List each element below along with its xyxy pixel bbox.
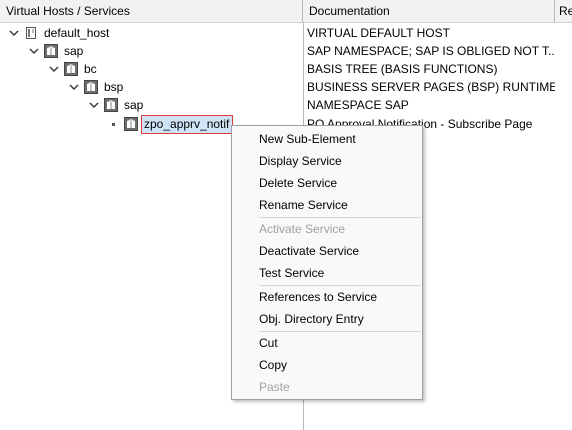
tree-label: default_host: [44, 26, 110, 40]
column-header-virtual-hosts[interactable]: Virtual Hosts / Services: [0, 0, 303, 22]
menu-item-display-service[interactable]: Display Service: [259, 150, 342, 172]
expand-arrow-icon[interactable]: [8, 27, 20, 39]
column-header-documentation[interactable]: Documentation: [303, 0, 555, 22]
menu-item-rename-service[interactable]: Rename Service: [259, 194, 348, 216]
tree-row-sap[interactable]: sap: [0, 42, 303, 60]
service-node-icon: [124, 117, 138, 131]
doc-cell: BUSINESS SERVER PAGES (BSP) RUNTIME: [307, 80, 555, 94]
tree-label: sap: [124, 98, 144, 112]
menu-item-test-service[interactable]: Test Service: [259, 262, 324, 284]
expand-arrow-icon[interactable]: [68, 81, 80, 93]
menu-item-deactivate-service[interactable]: Deactivate Service: [259, 240, 359, 262]
doc-cell: BASIS TREE (BASIS FUNCTIONS): [307, 62, 498, 76]
service-maintenance-window: Virtual Hosts / Services Documentation R…: [0, 0, 572, 430]
doc-cell: NAMESPACE SAP: [307, 98, 409, 112]
doc-cell: SAP NAMESPACE; SAP IS OBLIGED NOT T...: [307, 44, 555, 58]
doc-cell: VIRTUAL DEFAULT HOST: [307, 26, 450, 40]
tree-row-bsp[interactable]: bsp: [0, 78, 303, 96]
menu-item-paste: Paste: [259, 380, 290, 394]
expand-arrow-icon[interactable]: [28, 45, 40, 57]
tree-label: bsp: [104, 80, 124, 94]
menu-item-obj-directory-entry[interactable]: Obj. Directory Entry: [259, 308, 364, 330]
menu-item-activate-service: Activate Service: [259, 222, 346, 236]
context-menu: New Sub-Element Display Service Delete S…: [231, 125, 423, 400]
leaf-bullet-icon: [112, 123, 115, 126]
tree-label: sap: [64, 44, 84, 58]
tree-row-sap-namespace[interactable]: sap: [0, 96, 303, 114]
expand-arrow-icon[interactable]: [88, 99, 100, 111]
menu-separator: [259, 331, 421, 332]
service-folder-icon: [104, 98, 118, 112]
menu-item-cut[interactable]: Cut: [259, 332, 278, 354]
service-folder-icon: [64, 62, 78, 76]
tree-row-default-host[interactable]: default_host: [0, 24, 303, 42]
menu-item-delete-service[interactable]: Delete Service: [259, 172, 337, 194]
menu-item-copy[interactable]: Copy: [259, 354, 287, 376]
expand-arrow-icon[interactable]: [48, 63, 60, 75]
tree-header: Virtual Hosts / Services Documentation R…: [0, 0, 572, 23]
menu-item-new-sub-element[interactable]: New Sub-Element: [259, 128, 356, 150]
host-icon: [24, 26, 38, 40]
service-folder-icon: [44, 44, 58, 58]
column-header-re[interactable]: Re: [555, 0, 572, 22]
tree-row-bc[interactable]: bc: [0, 60, 303, 78]
tree-label-selected[interactable]: zpo_apprv_notif: [141, 115, 233, 134]
menu-item-references-to-service[interactable]: References to Service: [259, 286, 377, 308]
service-folder-icon: [84, 80, 98, 94]
tree-label: bc: [84, 62, 97, 76]
